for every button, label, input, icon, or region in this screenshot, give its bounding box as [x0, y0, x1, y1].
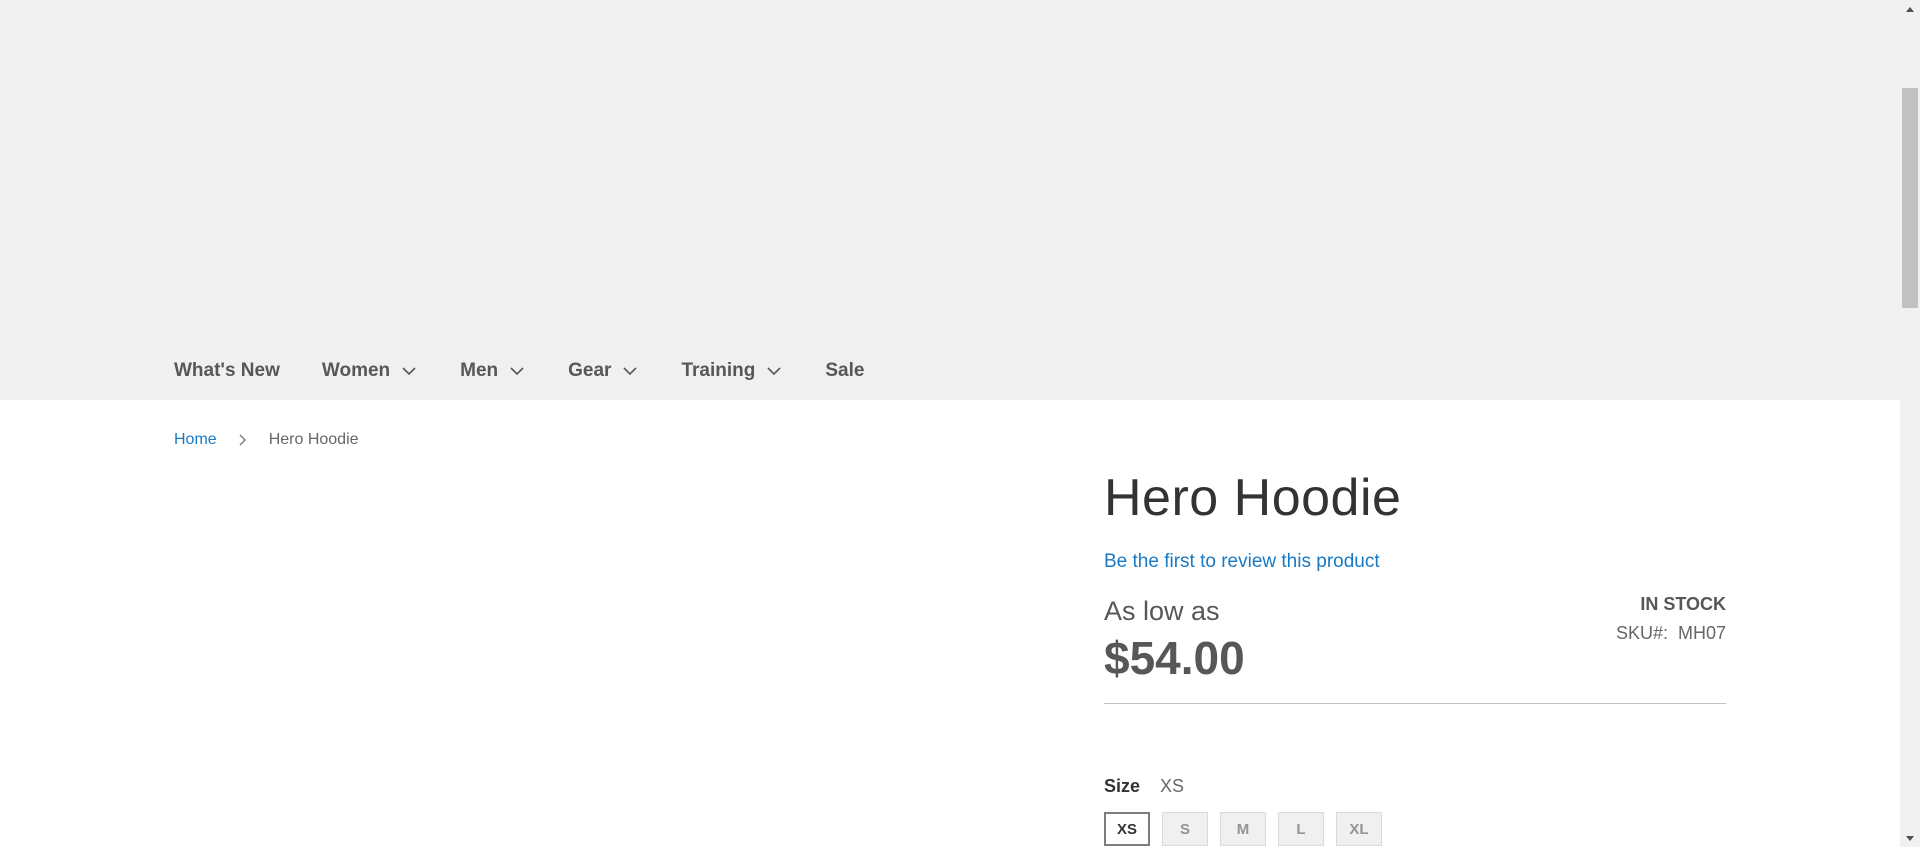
nav-item-training[interactable]: Training	[681, 360, 783, 382]
chevron-right-icon	[239, 434, 246, 446]
header-area: What's New Women Men Gear Training Sale	[0, 0, 1900, 400]
nav-item-men[interactable]: Men	[460, 360, 526, 382]
vertical-scrollbar[interactable]	[1900, 0, 1920, 847]
nav-item-women[interactable]: Women	[322, 360, 418, 382]
breadcrumb: Home Hero Hoodie	[174, 431, 359, 449]
nav-item-label: Training	[681, 360, 756, 381]
nav-item-sale[interactable]: Sale	[825, 360, 864, 382]
sku-value: MH07	[1677, 623, 1726, 643]
page: What's New Women Men Gear Training Sale	[0, 0, 1900, 847]
chevron-down-icon	[510, 367, 524, 376]
nav-item-gear[interactable]: Gear	[568, 360, 639, 382]
size-label: Size	[1104, 776, 1141, 796]
nav-item-label: Women	[321, 360, 391, 381]
scroll-up-arrow-icon[interactable]	[1900, 0, 1920, 17]
scrollbar-thumb[interactable]	[1902, 88, 1918, 308]
chevron-down-icon	[402, 367, 416, 376]
product-title: Hero Hoodie	[1104, 469, 1402, 527]
sku-label: SKU#:	[1615, 623, 1668, 643]
nav-item-whats-new[interactable]: What's New	[174, 360, 280, 382]
triangle-up-icon	[1906, 6, 1914, 12]
size-swatch-m[interactable]: M	[1220, 812, 1266, 846]
nav-item-label: Men	[460, 360, 499, 381]
divider	[1104, 703, 1726, 704]
triangle-down-icon	[1906, 835, 1914, 841]
size-swatches: XS S M L XL	[1104, 812, 1394, 846]
nav-item-label: What's New	[174, 360, 280, 381]
size-swatch-xl[interactable]: XL	[1336, 812, 1382, 846]
breadcrumb-home-link[interactable]: Home	[174, 431, 217, 449]
size-swatch-l[interactable]: L	[1278, 812, 1324, 846]
chevron-down-icon	[623, 367, 638, 376]
nav-item-label: Gear	[568, 360, 612, 381]
stock-status: IN STOCK	[1640, 594, 1726, 614]
main-navigation: What's New Women Men Gear Training Sale	[174, 353, 906, 389]
review-link[interactable]: Be the first to review this product	[1104, 551, 1380, 573]
product-price: $54.00	[1104, 632, 1245, 684]
size-attribute: Size XS	[1104, 776, 1184, 797]
breadcrumb-current: Hero Hoodie	[268, 431, 359, 448]
sku-line: SKU#: MH07	[1616, 623, 1726, 644]
scroll-down-arrow-icon[interactable]	[1900, 830, 1920, 847]
chevron-down-icon	[767, 367, 781, 376]
price-label: As low as	[1104, 596, 1220, 626]
size-selected-value: XS	[1160, 776, 1185, 796]
nav-item-label: Sale	[825, 360, 865, 381]
size-swatch-s[interactable]: S	[1162, 812, 1208, 846]
size-swatch-xs[interactable]: XS	[1104, 812, 1150, 846]
